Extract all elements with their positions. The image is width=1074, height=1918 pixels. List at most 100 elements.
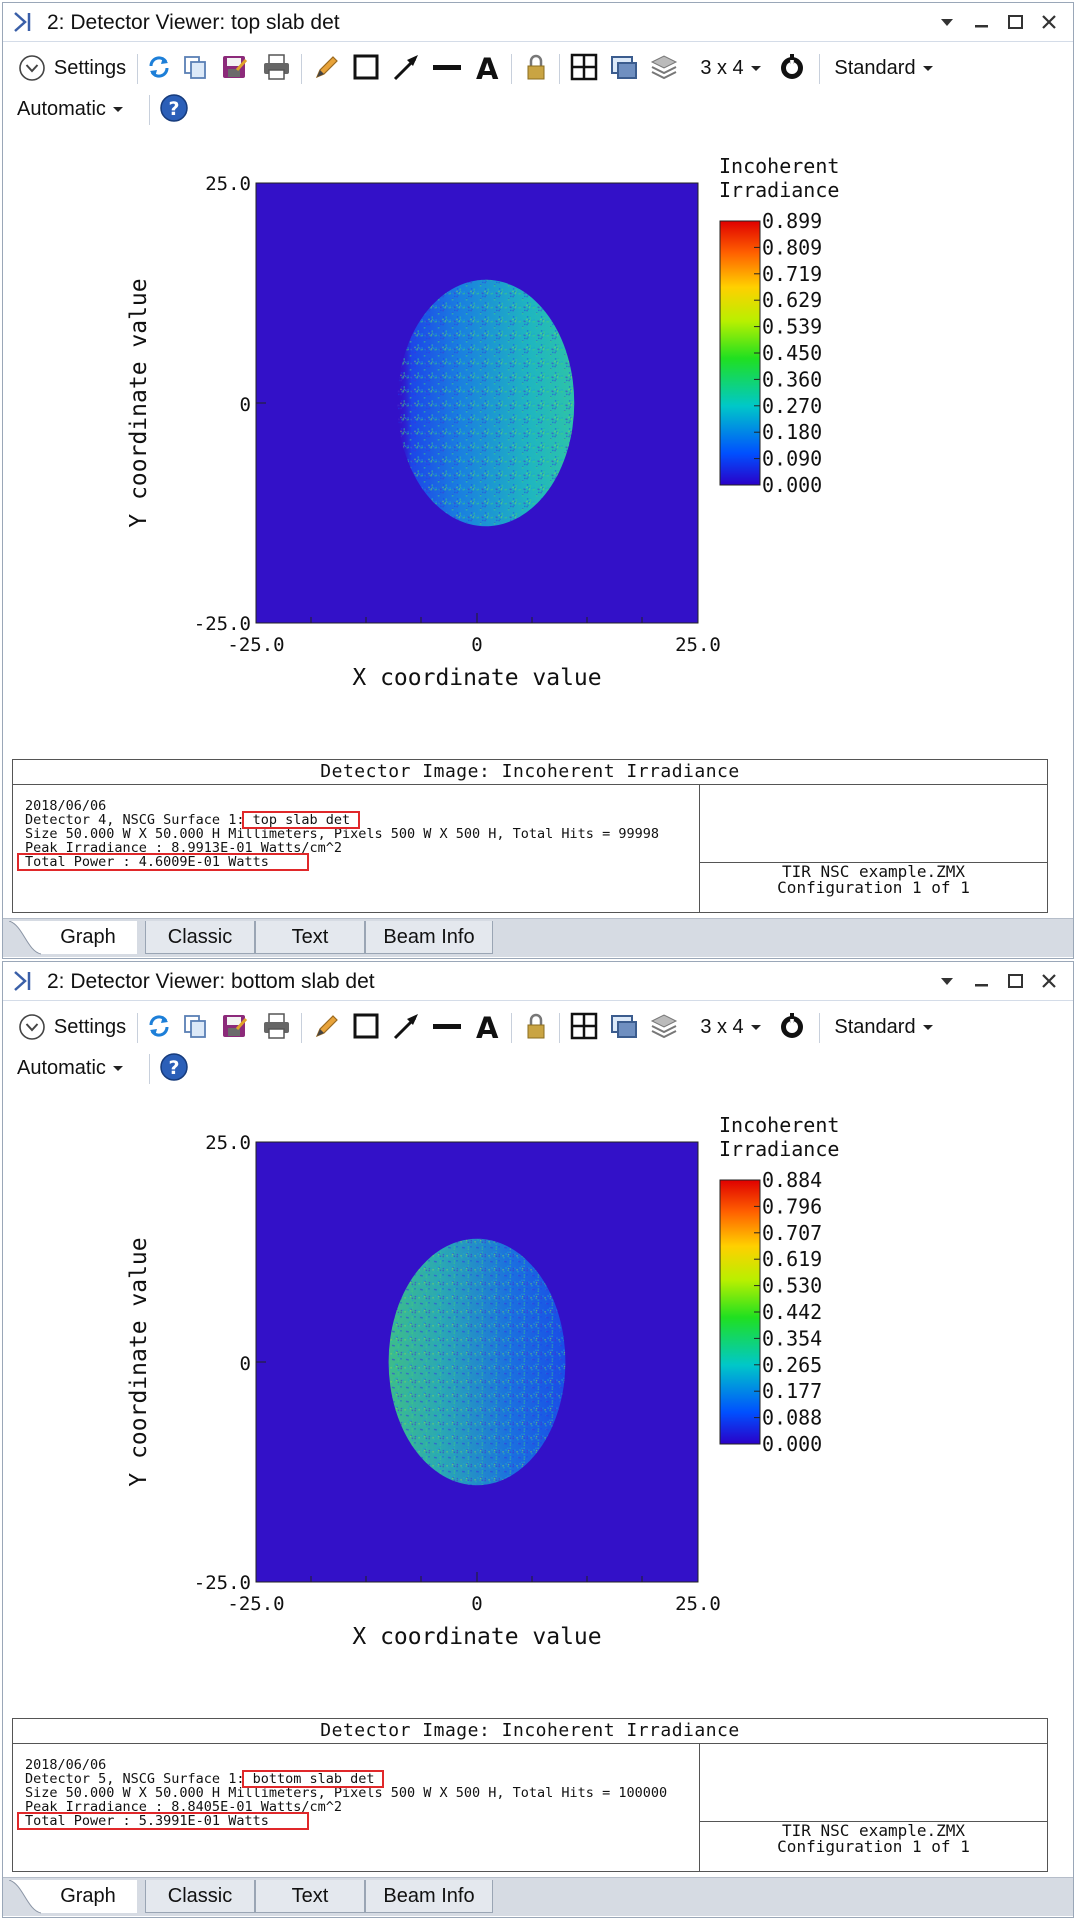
x-tick-right: 25.0 xyxy=(675,1593,721,1615)
colorbar-title-line2: Irradiance xyxy=(719,1137,839,1161)
lock-icon[interactable] xyxy=(521,1011,551,1043)
highlight-detector-name xyxy=(242,811,360,829)
colorbar-tick-label: 0.619 xyxy=(762,1247,822,1271)
refresh-icon[interactable] xyxy=(145,52,173,84)
power-cycle-icon[interactable] xyxy=(777,1011,807,1043)
detector-window-bottom: 2: Detector Viewer: bottom slab det Sett… xyxy=(2,961,1074,1918)
info-file-cell: TIR NSC example.ZMX Configuration 1 of 1 xyxy=(700,1822,1047,1872)
dropdown-icon[interactable] xyxy=(933,9,961,35)
colorbar-title-line1: Incoherent xyxy=(719,1113,839,1137)
x-axis-label: X coordinate value xyxy=(352,665,601,691)
window-layout-icon[interactable] xyxy=(609,1011,639,1043)
colorbar-tick-label: 0.530 xyxy=(762,1274,822,1298)
text-tool-icon[interactable]: A xyxy=(473,1011,503,1043)
standard-dropdown[interactable]: Standard xyxy=(829,1011,939,1043)
layout-dropdown[interactable]: 3 x 4 xyxy=(697,1011,765,1043)
toolbar-row-1: Settings A 3 x 4 Standard xyxy=(3,48,1073,88)
colorbar-tick-label: 0.090 xyxy=(762,447,822,471)
layout-grid-icon[interactable] xyxy=(569,1011,599,1043)
help-icon[interactable]: ? xyxy=(159,93,189,125)
layers-icon[interactable] xyxy=(649,1011,679,1043)
layers-icon[interactable] xyxy=(649,52,679,84)
close-icon[interactable] xyxy=(1035,968,1063,994)
copy-icon[interactable] xyxy=(181,52,209,84)
standard-dropdown[interactable]: Standard xyxy=(829,52,939,84)
layout-grid-icon[interactable] xyxy=(569,52,599,84)
settings-button[interactable]: Settings xyxy=(13,52,131,84)
line-icon[interactable] xyxy=(431,1011,463,1043)
tab-text[interactable]: Text xyxy=(255,1880,365,1913)
automatic-label: Automatic xyxy=(17,97,106,120)
settings-label: Settings xyxy=(53,1015,127,1038)
colorbar-tick-label: 0.539 xyxy=(762,315,822,339)
power-cycle-icon[interactable] xyxy=(777,52,807,84)
colorbar-title-line2: Irradiance xyxy=(719,178,839,202)
x-tick-left: -25.0 xyxy=(227,1593,284,1615)
text-tool-icon[interactable]: A xyxy=(473,52,503,84)
automatic-dropdown[interactable]: Automatic xyxy=(17,1052,137,1084)
title-bar: 2: Detector Viewer: bottom slab det xyxy=(3,962,1073,1001)
save-icon[interactable] xyxy=(219,52,249,84)
separator xyxy=(149,1054,150,1084)
colorbar-tick-label: 0.707 xyxy=(762,1221,822,1245)
automatic-dropdown[interactable]: Automatic xyxy=(17,93,137,125)
window-layout-icon[interactable] xyxy=(609,52,639,84)
info-config: Configuration 1 of 1 xyxy=(777,1837,970,1856)
refresh-icon[interactable] xyxy=(145,1011,173,1043)
tab-text[interactable]: Text xyxy=(255,921,365,954)
help-icon[interactable]: ? xyxy=(159,1052,189,1084)
layout-dropdown[interactable]: 3 x 4 xyxy=(697,52,765,84)
arrow-icon[interactable] xyxy=(391,1011,421,1043)
settings-button[interactable]: Settings xyxy=(13,1011,131,1043)
tab-beam-info[interactable]: Beam Info xyxy=(365,1880,493,1913)
settings-label: Settings xyxy=(53,56,127,79)
separator xyxy=(301,1013,302,1043)
pencil-icon[interactable] xyxy=(311,52,341,84)
chevron-down-circle-icon xyxy=(19,1014,45,1040)
print-icon[interactable] xyxy=(261,52,293,84)
y-axis-label: Y coordinate value xyxy=(126,1237,152,1486)
rectangle-icon[interactable] xyxy=(351,1011,381,1043)
tab-classic[interactable]: Classic xyxy=(145,921,255,954)
zemax-logo-icon xyxy=(14,12,31,32)
y-tick-bottom: -25.0 xyxy=(194,1572,251,1594)
lock-icon[interactable] xyxy=(521,52,551,84)
highlight-total-power xyxy=(17,1812,309,1830)
close-icon[interactable] xyxy=(1035,9,1063,35)
info-details: 2018/06/06 Detector 5, NSCG Surface 1: b… xyxy=(13,1744,700,1871)
svg-text:?: ? xyxy=(169,98,180,120)
y-tick-mid: 0 xyxy=(240,394,251,416)
save-icon[interactable] xyxy=(219,1011,249,1043)
minimize-icon[interactable] xyxy=(967,9,995,35)
colorbar-ticks: 0.8840.796 0.7070.619 0.5300.4420.354 0.265… xyxy=(754,1168,822,1456)
line-icon[interactable] xyxy=(431,52,463,84)
print-icon[interactable] xyxy=(261,1011,293,1043)
tab-graph[interactable]: Graph xyxy=(39,921,137,953)
colorbar-tick-label: 0.796 xyxy=(762,1194,822,1218)
copy-icon[interactable] xyxy=(181,1011,209,1043)
layout-label: 3 x 4 xyxy=(700,1015,744,1038)
info-date: 2018/06/06 xyxy=(25,798,107,814)
x-tick-mid: 0 xyxy=(471,1593,482,1615)
pencil-icon[interactable] xyxy=(311,1011,341,1043)
tab-bar: Graph Classic Text Beam Info xyxy=(3,918,1073,957)
dropdown-icon[interactable] xyxy=(933,968,961,994)
info-date: 2018/06/06 xyxy=(25,1757,107,1773)
tab-beam-info[interactable]: Beam Info xyxy=(365,921,493,954)
separator xyxy=(137,54,138,84)
svg-text:?: ? xyxy=(169,1057,180,1079)
maximize-icon[interactable] xyxy=(1001,968,1029,994)
standard-label: Standard xyxy=(834,1015,916,1038)
tab-classic[interactable]: Classic xyxy=(145,1880,255,1913)
info-size: Size 50.000 W X 50.000 H Millimeters, Pi… xyxy=(25,826,659,842)
rectangle-icon[interactable] xyxy=(351,52,381,84)
chevron-down-circle-icon xyxy=(19,55,45,81)
y-tick-mid: 0 xyxy=(240,1353,251,1375)
colorbar-tick-label: 0.450 xyxy=(762,341,822,365)
minimize-icon[interactable] xyxy=(967,968,995,994)
tab-graph[interactable]: Graph xyxy=(39,1880,137,1912)
colorbar-tick-label: 0.354 xyxy=(762,1326,822,1350)
maximize-icon[interactable] xyxy=(1001,9,1029,35)
arrow-icon[interactable] xyxy=(391,52,421,84)
separator xyxy=(301,54,302,84)
